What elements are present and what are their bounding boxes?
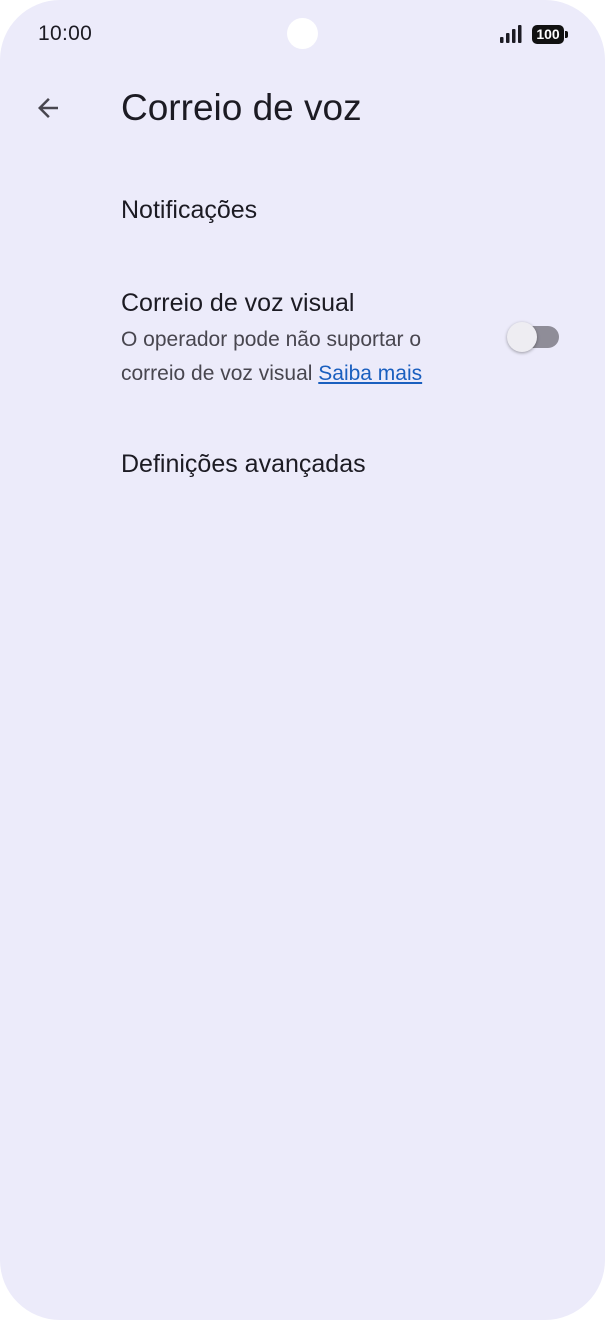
advanced-settings-item[interactable]: Definições avançadas: [0, 425, 605, 505]
visual-voicemail-title: Correio de voz visual: [121, 289, 355, 317]
phone-screen: 10:00 100 Correio de voz Notificações Co…: [0, 0, 605, 1320]
advanced-settings-title: Definições avançadas: [121, 450, 366, 478]
battery-level: 100: [532, 25, 564, 44]
notifications-title: Notificações: [121, 196, 258, 224]
toggle-thumb: [507, 322, 537, 352]
back-button[interactable]: [24, 84, 72, 132]
status-bar: 10:00 100: [0, 0, 605, 70]
notifications-item[interactable]: Notificações: [0, 172, 605, 252]
visual-voicemail-summary: O operador pode não suportar o correio d…: [121, 323, 481, 391]
battery-tip: [565, 31, 568, 38]
learn-more-link[interactable]: Saiba mais: [318, 362, 422, 385]
status-time: 10:00: [38, 22, 93, 45]
arrow-left-icon: [38, 98, 58, 118]
signal-bars-icon: [500, 25, 522, 43]
page-title: Correio de voz: [121, 87, 362, 128]
visual-voicemail-item[interactable]: Correio de voz visual O operador pode nã…: [0, 266, 605, 406]
camera-cutout: [287, 18, 318, 49]
visual-voicemail-toggle[interactable]: [507, 322, 560, 352]
